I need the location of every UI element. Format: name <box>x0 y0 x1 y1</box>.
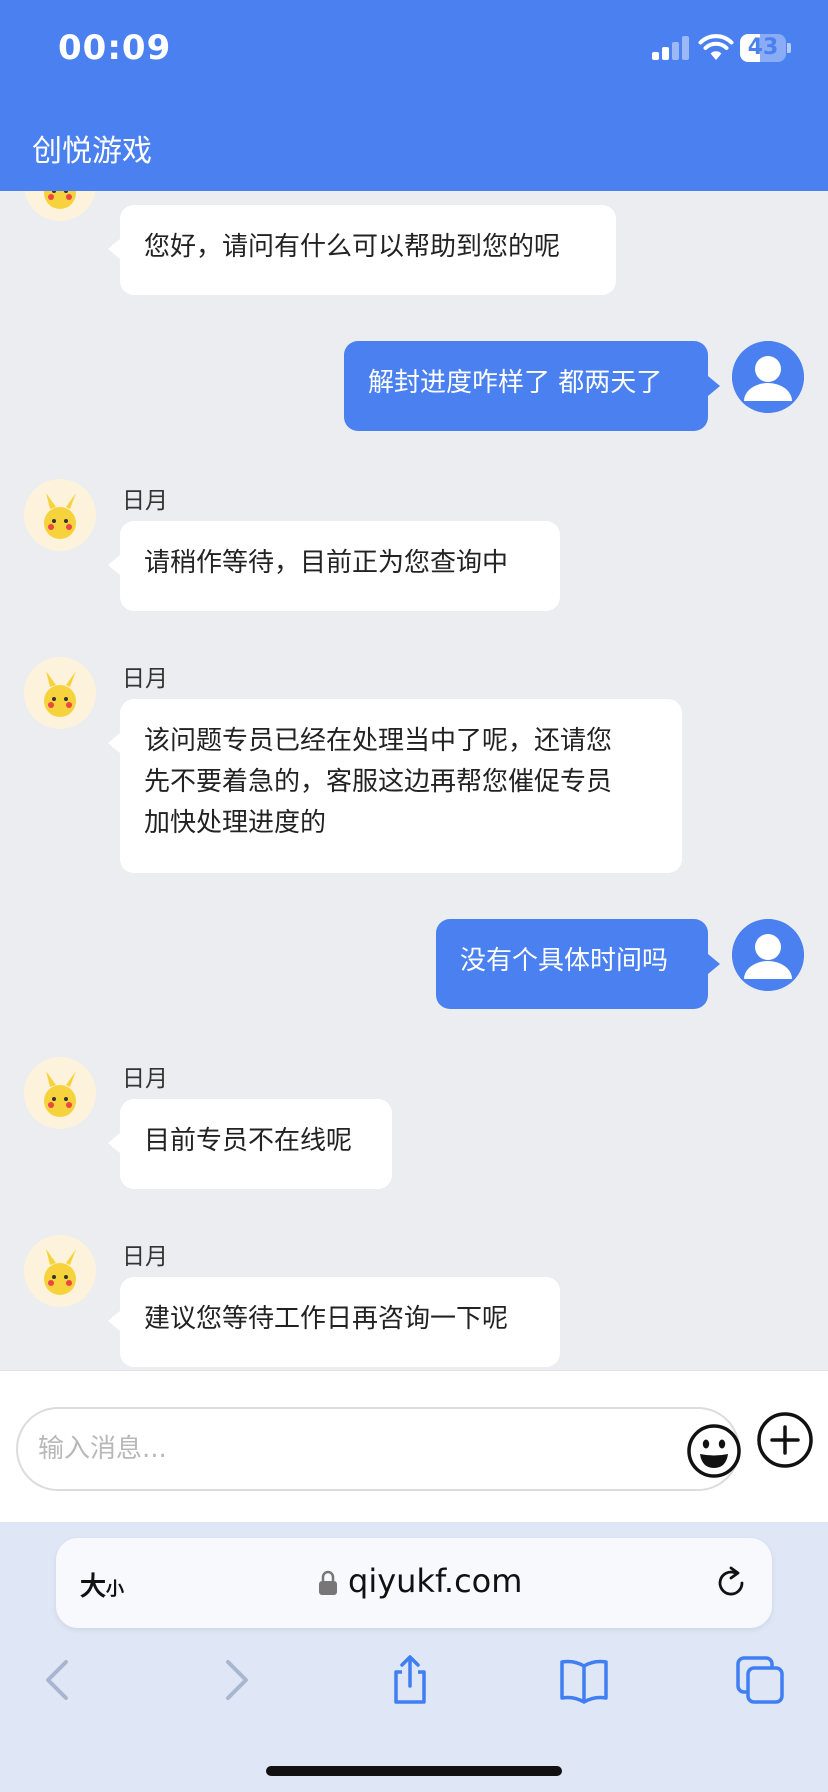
message-line: 该问题专员已经在处理当中了呢，还请您 <box>144 726 613 756</box>
user-message-bubble: 没有个具体时间吗 <box>436 919 708 1009</box>
agent-message-bubble: 建议您等待工作日再咨询一下呢 <box>120 1277 560 1367</box>
bookmarks-icon[interactable] <box>556 1652 612 1708</box>
agent-message-bubble: 该问题专员已经在处理当中了呢，还请您 先不要着急的，客服这边再帮您催促专员 加快… <box>120 699 682 873</box>
reload-icon[interactable] <box>712 1564 750 1602</box>
sender-name: 日月 <box>122 1066 168 1092</box>
agent-avatar <box>24 657 96 729</box>
agent-message-bubble: 目前专员不在线呢 <box>120 1099 392 1189</box>
add-attachment-button[interactable] <box>756 1411 814 1469</box>
message-line: 先不要着急的，客服这边再帮您催促专员 <box>144 767 613 797</box>
browser-toolbar: 大小 qiyukf.com <box>0 1522 828 1792</box>
text-size-label-small: 小 <box>106 1579 125 1600</box>
user-avatar <box>732 341 804 413</box>
url-text[interactable]: qiyukf.com <box>348 1562 522 1600</box>
address-bar[interactable]: 大小 qiyukf.com <box>56 1538 772 1628</box>
cellular-signal-icon <box>652 36 690 60</box>
agent-avatar <box>24 1235 96 1307</box>
sender-name: 日月 <box>122 488 168 514</box>
text-size-button[interactable]: 大小 <box>80 1566 124 1603</box>
message-composer <box>0 1370 828 1522</box>
user-avatar <box>732 919 804 991</box>
battery-level: 43 <box>747 35 779 60</box>
agent-message-bubble: 您好，请问有什么可以帮助到您的呢 <box>120 205 616 295</box>
wifi-icon <box>698 34 734 60</box>
message-input[interactable] <box>38 1427 658 1471</box>
app-header: 00:09 43 创悦游戏 <box>0 0 828 191</box>
home-indicator <box>266 1766 562 1776</box>
sender-name: 日月 <box>122 1244 168 1270</box>
lock-icon <box>319 1570 337 1595</box>
chat-message-list[interactable]: 您好，请问有什么可以帮助到您的呢 解封进度咋样了 都两天了 日月 请稍作等待，目… <box>0 191 828 1370</box>
message-line: 加快处理进度的 <box>144 808 327 838</box>
forward-icon[interactable] <box>208 1652 264 1708</box>
user-message-bubble: 解封进度咋样了 都两天了 <box>344 341 708 431</box>
sender-name: 日月 <box>122 666 168 692</box>
battery-icon: 43 <box>740 34 791 62</box>
text-size-label: 大 <box>80 1572 107 1602</box>
emoji-icon[interactable] <box>686 1423 742 1479</box>
status-time: 00:09 <box>58 28 172 68</box>
agent-message-bubble: 请稍作等待，目前正为您查询中 <box>120 521 560 611</box>
back-icon[interactable] <box>30 1652 86 1708</box>
agent-avatar <box>24 1057 96 1129</box>
share-icon[interactable] <box>382 1652 438 1708</box>
status-bar: 00:09 43 <box>0 0 828 100</box>
agent-avatar <box>24 479 96 551</box>
message-input-container[interactable] <box>16 1407 742 1491</box>
page-title: 创悦游戏 <box>32 134 152 169</box>
agent-avatar <box>24 191 96 221</box>
tabs-icon[interactable] <box>732 1652 788 1708</box>
